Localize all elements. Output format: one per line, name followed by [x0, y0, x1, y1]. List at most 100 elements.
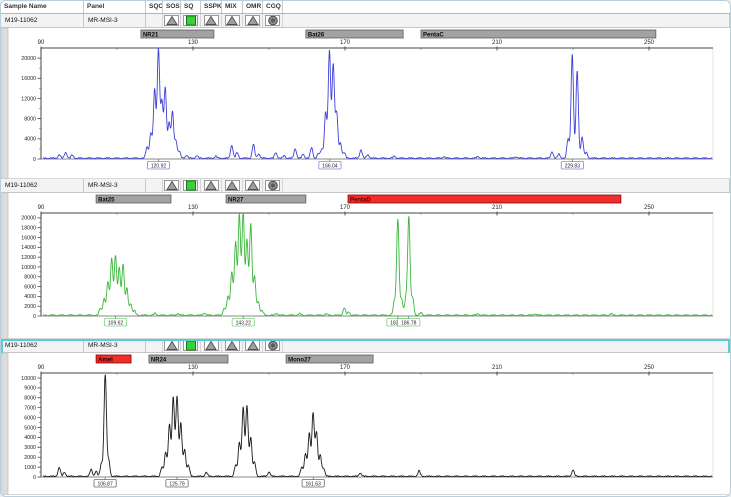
warning-triangle-icon — [247, 180, 259, 191]
col-header-sample-name[interactable]: Sample Name — [1, 1, 84, 13]
warning-triangle-icon — [247, 15, 259, 26]
flag-cell-cgq[interactable] — [263, 14, 283, 27]
col-header-sos[interactable]: SOS — [163, 1, 181, 13]
flag-cell-mix[interactable] — [222, 14, 243, 27]
gray-circle-icon — [267, 340, 279, 351]
peak-size-label: 125.79 — [169, 481, 185, 487]
marker-label-NR21: NR21 — [143, 33, 159, 39]
flag-cell-sq[interactable] — [181, 14, 201, 27]
sample-group-2[interactable]: M19-11062MR-MSI-390130170210250020004000… — [1, 179, 730, 339]
chart-panel-3: 9013017021025001000200030004000500060007… — [1, 353, 730, 495]
flag-cell-omr[interactable] — [243, 179, 263, 192]
warning-triangle-icon — [226, 340, 238, 351]
sample-name-cell[interactable]: M19-11062 — [1, 339, 84, 352]
panel-name-cell[interactable]: MR-MSI-3 — [84, 179, 146, 192]
warning-triangle-icon — [166, 15, 178, 26]
flag-cell-sos[interactable] — [163, 179, 181, 192]
y-axis-tick-label: 1000 — [24, 465, 36, 471]
warning-triangle-icon — [166, 340, 178, 351]
electropherogram-2[interactable]: 9013017021025002000400060008000100001200… — [1, 193, 730, 339]
x-axis-tick-label: 210 — [492, 40, 503, 46]
panel-name-cell[interactable]: MR-MSI-3 — [84, 14, 146, 27]
col-header-omr[interactable]: OMR — [243, 1, 263, 13]
y-axis-tick-label: 7000 — [24, 405, 36, 411]
sample-row-filler — [283, 14, 730, 27]
marker-label-NR24: NR24 — [151, 358, 167, 364]
peak-size-label: 109.62 — [108, 320, 124, 326]
panel-name-cell[interactable]: MR-MSI-3 — [84, 339, 146, 352]
marker-label-PentaD: PentaD — [350, 198, 371, 204]
peak-size-label: 166.04 — [322, 163, 338, 169]
flag-cell-cgq[interactable] — [263, 339, 283, 352]
flag-cell-sos[interactable] — [163, 339, 181, 352]
chart-panel-2: 9013017021025002000400060008000100001200… — [1, 193, 730, 339]
col-header-sqo[interactable]: SQO — [146, 1, 163, 13]
green-square-pass-icon — [185, 15, 197, 26]
y-axis-tick-label: 4000 — [24, 435, 36, 441]
flag-cell-omr[interactable] — [243, 339, 263, 352]
y-axis-tick-label: 0 — [33, 475, 36, 481]
y-axis-tick-label: 4000 — [24, 294, 36, 300]
marker-label-Mono27: Mono27 — [288, 358, 311, 364]
results-table-header: Sample Name Panel SQO SOS SQ SSPK MIX OM… — [1, 1, 730, 14]
y-axis-tick-label: 16000 — [21, 235, 36, 241]
green-square-pass-icon — [185, 180, 197, 191]
flag-cell-sqo — [146, 14, 163, 27]
sample-group-3[interactable]: M19-11062MR-MSI-390130170210250010002000… — [1, 339, 730, 495]
warning-triangle-icon — [226, 15, 238, 26]
y-axis-tick-label: 16000 — [21, 76, 36, 82]
flag-cell-mix[interactable] — [222, 339, 243, 352]
flag-cell-sq[interactable] — [181, 339, 201, 352]
warning-triangle-icon — [247, 340, 259, 351]
flag-cell-mix[interactable] — [222, 179, 243, 192]
electropherogram-1[interactable]: 90130170210250040008000120001600020000NR… — [1, 28, 730, 179]
x-axis-tick-label: 210 — [492, 205, 503, 211]
marker-label-Bat26: Bat26 — [308, 33, 325, 39]
x-axis-tick-label: 250 — [644, 205, 655, 211]
y-axis-tick-label: 20000 — [21, 56, 36, 62]
peak-size-label: 120.92 — [151, 163, 167, 169]
marker-bar-PentaC[interactable] — [421, 30, 656, 38]
chart-left-gutter — [1, 353, 8, 495]
peak-size-label: 161.63 — [306, 481, 322, 487]
sample-name-cell[interactable]: M19-11062 — [1, 179, 84, 192]
flag-cell-sqo — [146, 339, 163, 352]
marker-label-Bat25: Bat25 — [98, 198, 115, 204]
col-header-mix[interactable]: MIX — [222, 1, 243, 13]
x-axis-tick-label: 130 — [188, 365, 199, 371]
marker-label-Amel: Amel — [98, 358, 113, 364]
x-axis-tick-label: 130 — [188, 205, 199, 211]
y-axis-tick-label: 6000 — [24, 284, 36, 290]
sample-row[interactable]: M19-11062MR-MSI-3 — [1, 179, 730, 193]
y-axis-tick-label: 12000 — [21, 96, 36, 102]
peak-size-label: 106.87 — [97, 481, 113, 487]
marker-bar-PentaD[interactable] — [348, 195, 621, 203]
x-axis-tick-label: 90 — [38, 205, 45, 211]
sample-group-1[interactable]: M19-11062MR-MSI-390130170210250040008000… — [1, 14, 730, 179]
marker-label-NR27: NR27 — [228, 198, 244, 204]
col-header-sspk[interactable]: SSPK — [201, 1, 222, 13]
flag-cell-sspk[interactable] — [201, 339, 222, 352]
y-axis-tick-label: 0 — [33, 314, 36, 320]
electropherogram-3[interactable]: 9013017021025001000200030004000500060007… — [1, 353, 730, 495]
y-axis-tick-label: 5000 — [24, 425, 36, 431]
sample-groups: M19-11062MR-MSI-390130170210250040008000… — [1, 14, 730, 495]
y-axis-tick-label: 8000 — [24, 116, 36, 122]
y-axis-tick-label: 14000 — [21, 245, 36, 251]
sample-row[interactable]: M19-11062MR-MSI-3 — [1, 339, 730, 353]
sample-name-cell[interactable]: M19-11062 — [1, 14, 84, 27]
peak-size-label: 229.83 — [565, 163, 581, 169]
col-header-sq[interactable]: SQ — [181, 1, 201, 13]
flag-cell-sq[interactable] — [181, 179, 201, 192]
y-axis-tick-label: 3000 — [24, 445, 36, 451]
gray-circle-icon — [267, 15, 279, 26]
y-axis-tick-label: 12000 — [21, 255, 36, 261]
flag-cell-sspk[interactable] — [201, 179, 222, 192]
col-header-panel[interactable]: Panel — [84, 1, 146, 13]
col-header-cgq[interactable]: CGQ — [263, 1, 283, 13]
sample-row[interactable]: M19-11062MR-MSI-3 — [1, 14, 730, 28]
flag-cell-sspk[interactable] — [201, 14, 222, 27]
flag-cell-omr[interactable] — [243, 14, 263, 27]
flag-cell-cgq[interactable] — [263, 179, 283, 192]
flag-cell-sos[interactable] — [163, 14, 181, 27]
